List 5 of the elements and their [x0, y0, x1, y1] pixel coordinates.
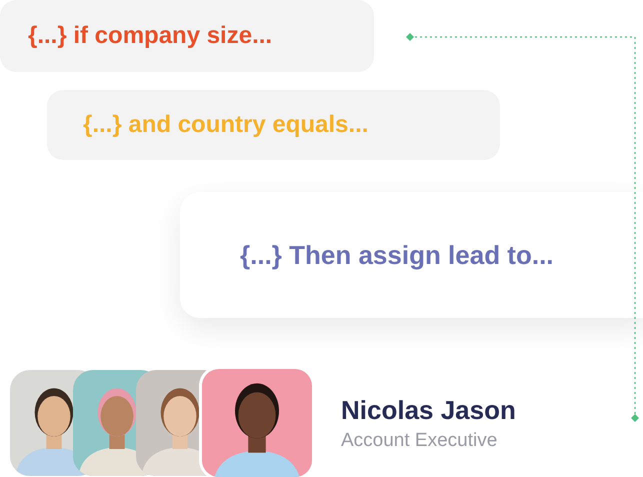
rule-text: {...} if company size... — [28, 22, 272, 50]
person-role: Account Executive — [341, 430, 498, 452]
rule-text: {...} Then assign lead to... — [240, 240, 554, 270]
person-name: Nicolas Jason — [341, 394, 516, 426]
rule-text: {...} and country equals... — [83, 111, 368, 139]
